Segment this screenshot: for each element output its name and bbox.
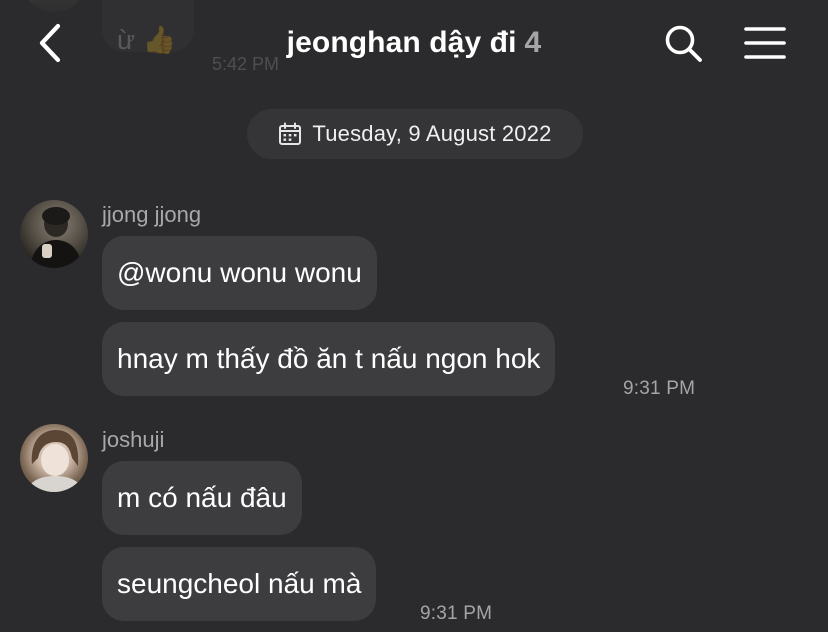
chat-header: jeonghan dậy đi 4 <box>0 0 828 90</box>
chat-name: jeonghan dậy đi <box>286 26 517 59</box>
date-text: Tuesday, 9 August 2022 <box>312 121 552 146</box>
hamburger-menu-icon <box>744 27 786 59</box>
sender-name: joshuji <box>102 427 165 452</box>
message-bubble[interactable]: seungcheol nấu mà <box>102 547 377 621</box>
message-bubble[interactable]: @wonu wonu wonu <box>102 236 377 310</box>
date-separator: Tuesday, 9 August 2022 <box>247 109 583 159</box>
menu-button[interactable] <box>742 24 788 64</box>
message-bubble[interactable]: hnay m thấy đồ ăn t nấu ngon hok <box>102 322 556 396</box>
sender-name: jjong jjong <box>102 202 202 227</box>
message-time: 9:31 PM <box>623 378 696 399</box>
member-count: 4 <box>524 26 542 59</box>
avatar[interactable] <box>20 200 88 268</box>
search-button[interactable] <box>662 22 704 64</box>
message-bubble[interactable]: m có nấu đâu <box>102 461 302 535</box>
avatar-photo <box>30 207 82 268</box>
avatar[interactable] <box>20 424 88 492</box>
chat-screen: ừ 👍 5:42 PM jeonghan dậy đi 4 Tuesday, 9… <box>0 0 828 632</box>
avatar-photo <box>26 430 84 492</box>
search-icon <box>665 25 702 62</box>
message-time: 9:31 PM <box>420 603 493 624</box>
calendar-icon <box>279 122 302 145</box>
